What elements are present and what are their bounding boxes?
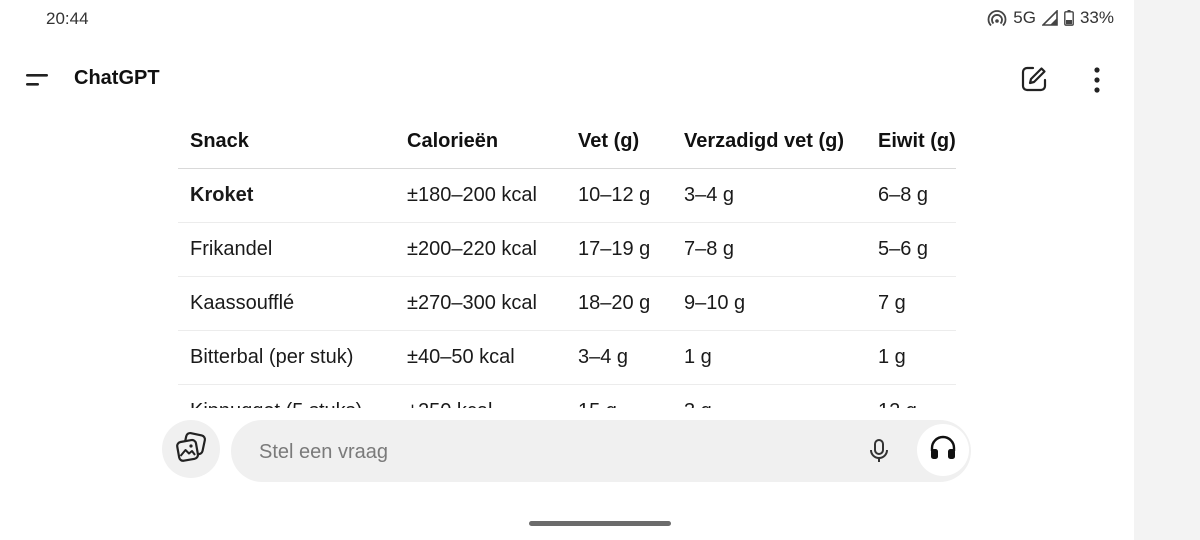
hotspot-icon: [987, 9, 1007, 27]
table-cell: Kroket: [178, 168, 395, 223]
table-cell: 1 g: [866, 330, 956, 385]
battery-icon: [1064, 10, 1074, 26]
table-cell: ±250 kcal: [395, 384, 566, 408]
app-title: ChatGPT: [74, 67, 160, 89]
nutrition-table: Snack Calorieën Vet (g) Verzadigd vet (g…: [178, 114, 956, 408]
table-row: Frikandel ±200–220 kcal 17–19 g 7–8 g 5–…: [178, 222, 956, 277]
table-cell: 18–20 g: [566, 276, 672, 331]
table-cell: ±270–300 kcal: [395, 276, 566, 331]
header-fat: Vet (g): [566, 114, 672, 169]
phone-screen: 20:44 5G 33% ChatGPT Snack Calorieën Vet…: [0, 0, 1134, 540]
status-time: 20:44: [46, 9, 89, 28]
table-cell: 1 g: [672, 330, 866, 385]
table-cell: 5–6 g: [866, 222, 956, 277]
table-cell: 17–19 g: [566, 222, 672, 277]
app-bar: ChatGPT: [0, 52, 1134, 108]
table-cell: 7 g: [866, 276, 956, 331]
message-input[interactable]: [257, 436, 841, 468]
home-indicator[interactable]: [529, 521, 671, 526]
status-bar: 20:44 5G 33%: [0, 0, 1134, 38]
composer: [162, 420, 972, 482]
table-cell: ±40–50 kcal: [395, 330, 566, 385]
voice-mode-button[interactable]: [917, 424, 969, 476]
attach-image-button[interactable]: [162, 420, 220, 478]
table-header-row: Snack Calorieën Vet (g) Verzadigd vet (g…: [178, 114, 956, 169]
headphones-icon: [928, 433, 958, 468]
table-cell: Bitterbal (per stuk): [178, 330, 395, 385]
header-calories: Calorieën: [395, 114, 566, 169]
network-type: 5G: [1013, 8, 1036, 27]
table-row: Kroket ±180–200 kcal 10–12 g 3–4 g 6–8 g: [178, 168, 956, 223]
table-row: Kaassoufflé ±270–300 kcal 18–20 g 9–10 g…: [178, 276, 956, 331]
table-cell: 3 g: [672, 384, 866, 408]
header-snack: Snack: [178, 114, 395, 169]
table-cell: 3–4 g: [566, 330, 672, 385]
header-protein: Eiwit (g): [866, 114, 956, 169]
image-attach-icon: [175, 431, 207, 468]
more-options-icon[interactable]: [1086, 65, 1108, 95]
table-cell: 3–4 g: [672, 168, 866, 223]
table-cell: 15 g: [566, 384, 672, 408]
message-input-container: [231, 420, 971, 482]
table-cell: ±200–220 kcal: [395, 222, 566, 277]
signal-icon: [1041, 10, 1058, 26]
table-cell: 12 g: [866, 384, 956, 408]
table-cell: 10–12 g: [566, 168, 672, 223]
table-cell: Kaassoufflé: [178, 276, 395, 331]
table-cell: 7–8 g: [672, 222, 866, 277]
status-indicators: 5G 33%: [987, 8, 1114, 28]
battery-percentage: 33%: [1079, 8, 1114, 27]
table-row: Bitterbal (per stuk) ±40–50 kcal 3–4 g 1…: [178, 330, 956, 385]
header-saturated-fat: Verzadigd vet (g): [672, 114, 866, 169]
menu-icon[interactable]: [24, 68, 52, 92]
table-cell: Kipnugget (5 stuks): [178, 384, 395, 408]
microphone-icon[interactable]: [865, 437, 893, 465]
new-chat-icon[interactable]: [1019, 64, 1049, 94]
table-cell: ±180–200 kcal: [395, 168, 566, 223]
table-row: Kipnugget (5 stuks) ±250 kcal 15 g 3 g 1…: [178, 384, 956, 408]
nutrition-table-container[interactable]: Snack Calorieën Vet (g) Verzadigd vet (g…: [178, 114, 956, 408]
table-cell: 9–10 g: [672, 276, 866, 331]
table-cell: 6–8 g: [866, 168, 956, 223]
table-cell: Frikandel: [178, 222, 395, 277]
